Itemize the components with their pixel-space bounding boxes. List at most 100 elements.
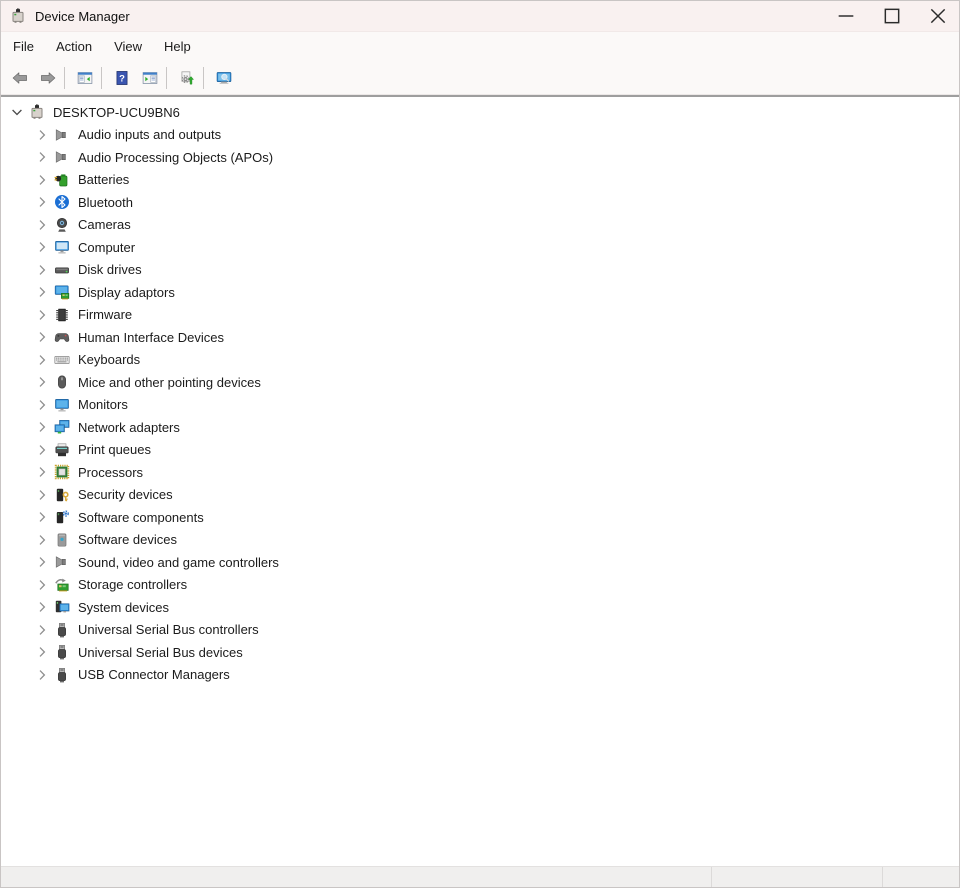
tree-node-label: Sound, video and game controllers xyxy=(78,555,279,570)
tree-row[interactable]: Keyboards xyxy=(1,349,959,372)
tree-row[interactable]: Processors xyxy=(1,461,959,484)
toolbar-separator xyxy=(203,67,204,89)
tree-node-label: System devices xyxy=(78,600,169,615)
tree-row[interactable]: Storage controllers xyxy=(1,574,959,597)
svg-text:?: ? xyxy=(119,73,125,84)
chevron-right-icon[interactable] xyxy=(34,622,50,638)
chevron-right-icon[interactable] xyxy=(34,554,50,570)
device-manager-icon xyxy=(10,8,26,24)
chevron-right-icon[interactable] xyxy=(34,374,50,390)
computer-monitor-icon xyxy=(54,239,70,255)
tree-row[interactable]: Batteries xyxy=(1,169,959,192)
chevron-right-icon[interactable] xyxy=(34,599,50,615)
tree-root-row[interactable]: DESKTOP-UCU9BN6 xyxy=(1,101,959,124)
menu-view[interactable]: View xyxy=(103,32,153,61)
tree-row[interactable]: Firmware xyxy=(1,304,959,327)
speaker-icon xyxy=(54,149,70,165)
tree-row[interactable]: Disk drives xyxy=(1,259,959,282)
chevron-right-icon[interactable] xyxy=(34,329,50,345)
tree-row[interactable]: Sound, video and game controllers xyxy=(1,551,959,574)
tree-node-label: Monitors xyxy=(78,397,128,412)
tree-row[interactable]: Mice and other pointing devices xyxy=(1,371,959,394)
show-console-tree-button[interactable] xyxy=(69,64,97,92)
tree-row[interactable]: Human Interface Devices xyxy=(1,326,959,349)
scan-hardware-changes-button[interactable] xyxy=(208,64,236,92)
tree-row[interactable]: Monitors xyxy=(1,394,959,417)
usb-icon xyxy=(54,622,70,638)
chevron-right-icon[interactable] xyxy=(34,464,50,480)
tree-row[interactable]: Network adapters xyxy=(1,416,959,439)
titlebar: Device Manager xyxy=(1,1,959,31)
tree-node-label: Display adaptors xyxy=(78,285,175,300)
chevron-right-icon[interactable] xyxy=(34,239,50,255)
tree-node-label: Print queues xyxy=(78,442,151,457)
tree-node-label: Storage controllers xyxy=(78,577,187,592)
chevron-right-icon[interactable] xyxy=(34,509,50,525)
tree-row[interactable]: Universal Serial Bus devices xyxy=(1,641,959,664)
forward-button[interactable] xyxy=(32,64,60,92)
chevron-right-icon[interactable] xyxy=(34,487,50,503)
tree-row[interactable]: Bluetooth xyxy=(1,191,959,214)
minimize-button[interactable] xyxy=(821,1,867,31)
chevron-right-icon[interactable] xyxy=(34,149,50,165)
maximize-icon xyxy=(884,8,900,24)
chevron-right-icon[interactable] xyxy=(34,217,50,233)
battery-icon xyxy=(54,172,70,188)
tree-row[interactable]: Audio Processing Objects (APOs) xyxy=(1,146,959,169)
tree-node-label: Universal Serial Bus devices xyxy=(78,645,243,660)
back-button[interactable] xyxy=(4,64,32,92)
help-button[interactable]: ? xyxy=(106,64,134,92)
tree-row[interactable]: Audio inputs and outputs xyxy=(1,124,959,147)
chevron-right-icon[interactable] xyxy=(34,194,50,210)
chevron-right-icon[interactable] xyxy=(34,442,50,458)
tree-row[interactable]: System devices xyxy=(1,596,959,619)
tree-row[interactable]: Print queues xyxy=(1,439,959,462)
menu-action[interactable]: Action xyxy=(45,32,103,61)
chevron-down-icon[interactable] xyxy=(9,104,25,120)
chevron-right-icon[interactable] xyxy=(34,419,50,435)
statusbar xyxy=(1,866,959,887)
chevron-right-icon[interactable] xyxy=(34,262,50,278)
chevron-right-icon[interactable] xyxy=(34,577,50,593)
menu-help[interactable]: Help xyxy=(153,32,202,61)
chevron-right-icon[interactable] xyxy=(34,532,50,548)
network-adapters-icon xyxy=(54,419,70,435)
maximize-button[interactable] xyxy=(867,1,913,31)
scan-hardware-icon xyxy=(216,67,232,89)
tree-row[interactable]: Universal Serial Bus controllers xyxy=(1,619,959,642)
chevron-right-icon[interactable] xyxy=(34,307,50,323)
chevron-right-icon[interactable] xyxy=(34,127,50,143)
tree-node-label: Firmware xyxy=(78,307,132,322)
tree-row[interactable]: Computer xyxy=(1,236,959,259)
tree-row[interactable]: Cameras xyxy=(1,214,959,237)
firmware-chip-icon xyxy=(54,307,70,323)
chevron-right-icon[interactable] xyxy=(34,352,50,368)
chevron-right-icon[interactable] xyxy=(34,284,50,300)
usb-icon xyxy=(54,667,70,683)
tree-row[interactable]: Security devices xyxy=(1,484,959,507)
tree-node-label: Human Interface Devices xyxy=(78,330,224,345)
chevron-right-icon[interactable] xyxy=(34,172,50,188)
tree-row[interactable]: Display adaptors xyxy=(1,281,959,304)
tree-node-label: Disk drives xyxy=(78,262,142,277)
chevron-right-icon[interactable] xyxy=(34,667,50,683)
chevron-right-icon[interactable] xyxy=(34,397,50,413)
bluetooth-icon xyxy=(54,194,70,210)
show-action-pane-button[interactable] xyxy=(134,64,162,92)
minimize-icon xyxy=(838,8,854,24)
disk-drive-icon xyxy=(54,262,70,278)
tree-node-label: Cameras xyxy=(78,217,131,232)
close-button[interactable] xyxy=(913,1,959,31)
update-driver-button[interactable] xyxy=(171,64,199,92)
tree-row[interactable]: Software components xyxy=(1,506,959,529)
display-adapter-icon xyxy=(54,284,70,300)
tree-row[interactable]: Software devices xyxy=(1,529,959,552)
speaker-icon xyxy=(54,554,70,570)
chevron-right-icon[interactable] xyxy=(34,644,50,660)
software-device-icon xyxy=(54,532,70,548)
tree-node-label: Batteries xyxy=(78,172,129,187)
tree-node-label: Audio Processing Objects (APOs) xyxy=(78,150,273,165)
tree-node-label: Bluetooth xyxy=(78,195,133,210)
tree-row[interactable]: USB Connector Managers xyxy=(1,664,959,687)
menu-file[interactable]: File xyxy=(2,32,45,61)
